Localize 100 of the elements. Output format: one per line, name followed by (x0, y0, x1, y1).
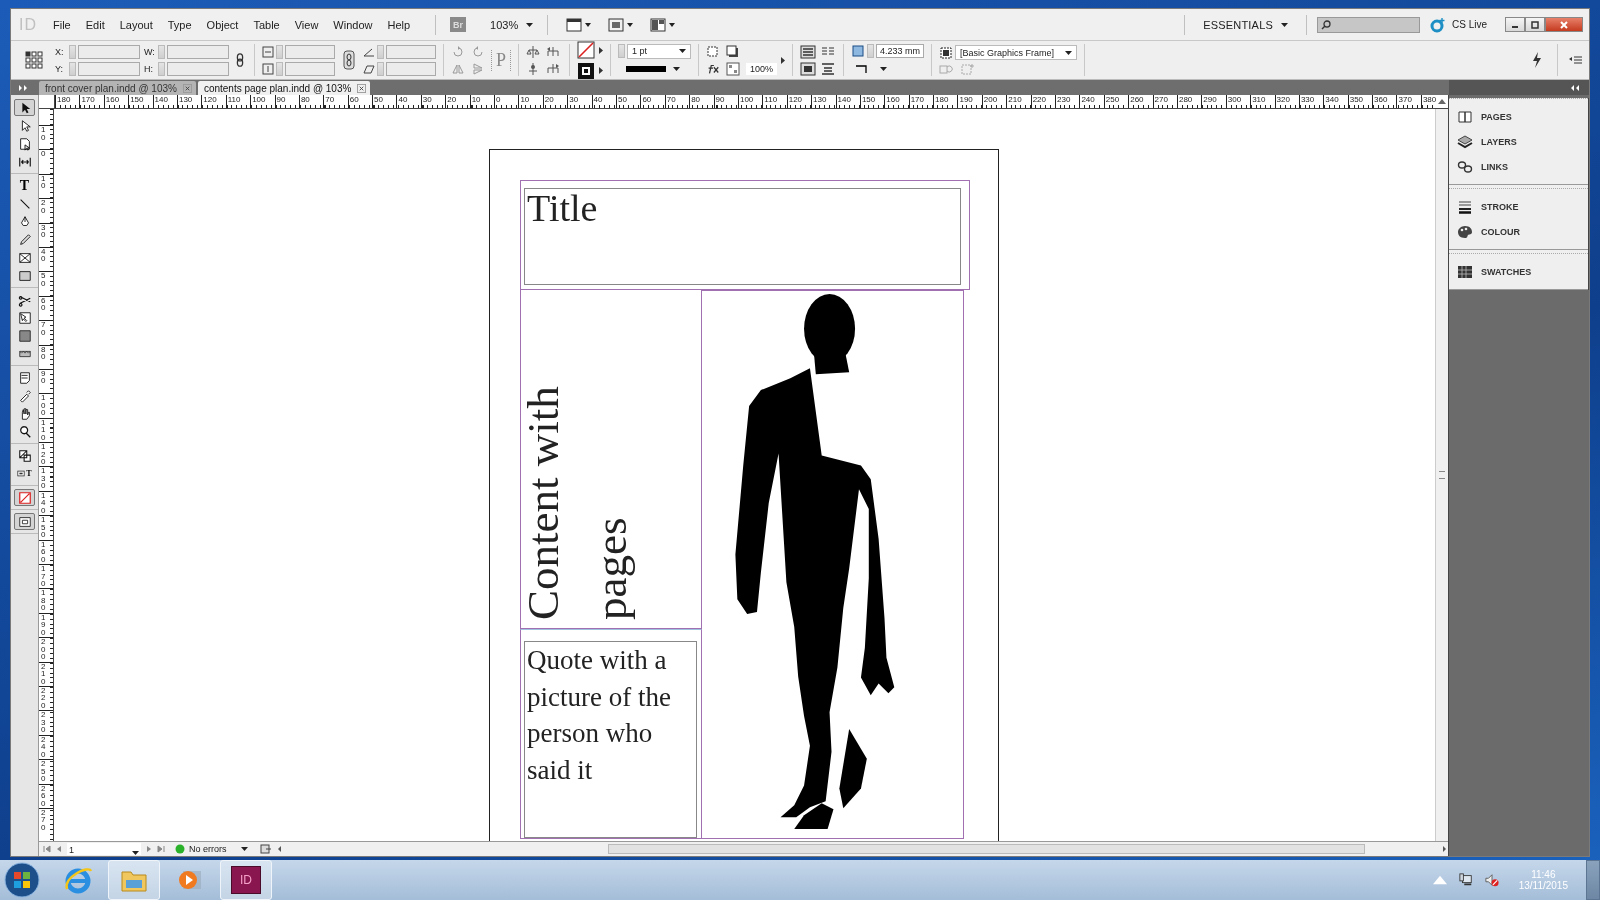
stroke-swatch[interactable] (577, 61, 595, 80)
stroke-weight-dropdown[interactable]: 1 pt (627, 43, 691, 59)
first-page-icon[interactable] (43, 845, 51, 853)
panel-menu-icon[interactable] (1569, 55, 1583, 65)
close-button[interactable] (1545, 17, 1583, 32)
menu-item[interactable]: Table (253, 18, 280, 31)
taskbar-button[interactable]: ID (220, 860, 272, 900)
corner-size-field[interactable]: 4.233 mm (876, 44, 925, 58)
next-page-icon[interactable] (145, 845, 153, 853)
close-icon[interactable] (182, 83, 192, 93)
ruler-number: 290 (1201, 95, 1226, 108)
ruler-number: 100 (250, 95, 275, 108)
lightning-bolt-icon[interactable] (1532, 52, 1542, 68)
select-container-icon[interactable] (526, 44, 540, 59)
constrain-proportions-icon[interactable] (343, 50, 355, 70)
maximize-button[interactable] (1525, 17, 1545, 32)
object-style-dropdown[interactable]: [Basic Graphics Frame] (955, 45, 1078, 60)
input-field[interactable] (285, 44, 335, 59)
cs-live-icon[interactable] (1430, 16, 1446, 33)
zoom-dropdown[interactable]: 103% (486, 18, 538, 31)
fill-none-swatch[interactable] (577, 40, 595, 59)
pencil-tool-icon (17, 232, 32, 247)
screen-mode-icon[interactable] (608, 17, 635, 32)
search-field[interactable] (1317, 16, 1420, 33)
menu-item[interactable]: Edit (85, 18, 105, 31)
previous-page-icon[interactable] (55, 845, 63, 853)
last-page-icon[interactable] (157, 845, 165, 853)
menu-item[interactable]: View (294, 18, 319, 31)
selection-tool[interactable] (14, 99, 35, 116)
type-tool[interactable]: T (14, 177, 35, 194)
input-field[interactable] (285, 61, 335, 76)
opacity-value[interactable]: 100% (746, 62, 778, 75)
page-number-field[interactable]: 1 (67, 843, 141, 855)
ruler-number: 90 (41, 369, 46, 385)
object-style-icon[interactable] (939, 45, 954, 60)
text-frame-options-icon[interactable] (800, 44, 817, 59)
input-field[interactable] (78, 61, 140, 76)
document-tab[interactable]: contents page plan.indd @ 103% (197, 81, 371, 95)
input-field[interactable] (386, 44, 436, 59)
ruler-number: 230 (1055, 95, 1080, 108)
preflight-status[interactable]: No errors (189, 844, 237, 854)
scroll-right-arrow-icon[interactable] (1440, 845, 1448, 853)
panel-button[interactable]: COLOUR (1449, 219, 1588, 244)
panel-button[interactable]: SWATCHES (1449, 259, 1588, 284)
scroll-up-arrow-icon[interactable] (1438, 99, 1446, 104)
menu-item[interactable]: Layout (119, 18, 153, 31)
menu-item[interactable]: Type (167, 18, 192, 31)
input-field[interactable] (78, 44, 140, 59)
field-label: H: (144, 63, 154, 74)
close-icon[interactable] (357, 83, 367, 93)
workspace-dropdown[interactable]: ESSENTIALS (1199, 18, 1292, 31)
align-center-icon[interactable] (820, 61, 837, 76)
content-frame[interactable]: Content with pages (520, 290, 702, 629)
volume-muted-icon[interactable] (1484, 873, 1499, 887)
align-top-icon[interactable] (800, 61, 817, 76)
select-next-icon[interactable] (546, 61, 560, 76)
scroll-left-arrow-icon[interactable] (276, 845, 284, 853)
reference-point-icon[interactable] (25, 51, 43, 69)
panel-button[interactable]: LAYERS (1449, 129, 1588, 154)
ruler-number: 130 (41, 467, 46, 490)
taskbar-button[interactable] (108, 860, 160, 900)
menu-item[interactable]: Window (333, 18, 373, 31)
open-page-icon[interactable] (260, 844, 272, 854)
formatting-toggle[interactable]: T (14, 465, 35, 482)
input-field[interactable] (167, 44, 229, 59)
palette-icon (1457, 224, 1473, 239)
start-button[interactable] (4, 862, 40, 898)
network-icon[interactable] (1458, 873, 1473, 887)
menu-item[interactable]: File (53, 18, 71, 31)
flyout-arrow-icon[interactable] (599, 46, 603, 54)
cs-live-label[interactable]: CS Live (1452, 19, 1487, 30)
apply-none-button-icon (17, 490, 32, 505)
select-content-icon[interactable] (526, 61, 540, 76)
quote-frame[interactable]: Quote with a picture of the person who said it (520, 629, 702, 839)
arrange-documents-icon[interactable] (650, 17, 677, 32)
flyout-arrow-icon[interactable] (599, 66, 603, 74)
eyedropper-tool-icon (17, 388, 32, 403)
panel-button[interactable]: LINKS (1449, 154, 1588, 179)
select-previous-icon[interactable] (546, 44, 560, 59)
vertical-scrollbar[interactable] (1435, 109, 1448, 841)
document-tab[interactable]: front cover plan.indd @ 103% (39, 81, 196, 95)
panel-button[interactable]: STROKE (1449, 194, 1588, 219)
screen-mode-button[interactable] (14, 513, 35, 530)
drop-shadow-icon[interactable] (726, 44, 740, 59)
caret-icon[interactable] (241, 847, 248, 851)
apply-none-button[interactable] (14, 489, 35, 506)
menu-item[interactable]: Help (387, 18, 411, 31)
title-frame[interactable]: Title (520, 180, 970, 290)
corner-options-icon[interactable] (851, 44, 866, 58)
ruler-number: 120 (201, 95, 226, 108)
menu-item[interactable]: Object (206, 18, 239, 31)
collapse-panels-icon[interactable] (1571, 84, 1581, 91)
panel-button[interactable]: PAGES (1449, 104, 1588, 129)
view-options-icon[interactable] (566, 17, 593, 32)
input-field[interactable] (167, 61, 229, 76)
input-field[interactable] (386, 61, 436, 76)
ruler-number: 80 (298, 95, 324, 108)
expand-toolbox-icon[interactable] (19, 84, 29, 91)
flyout-arrow-icon[interactable] (781, 56, 786, 64)
minimize-button[interactable] (1505, 17, 1525, 32)
